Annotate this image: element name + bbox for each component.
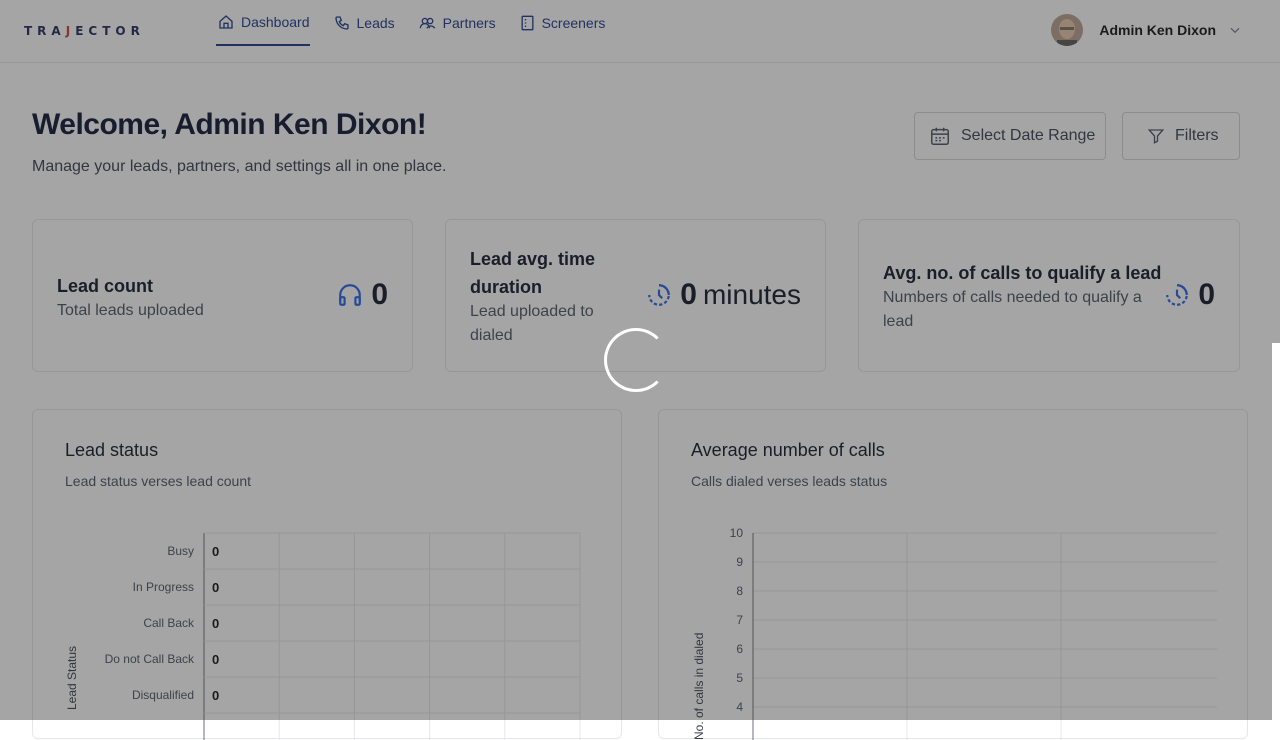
- loading-spinner: [604, 328, 668, 392]
- scrollbar[interactable]: [1272, 343, 1280, 720]
